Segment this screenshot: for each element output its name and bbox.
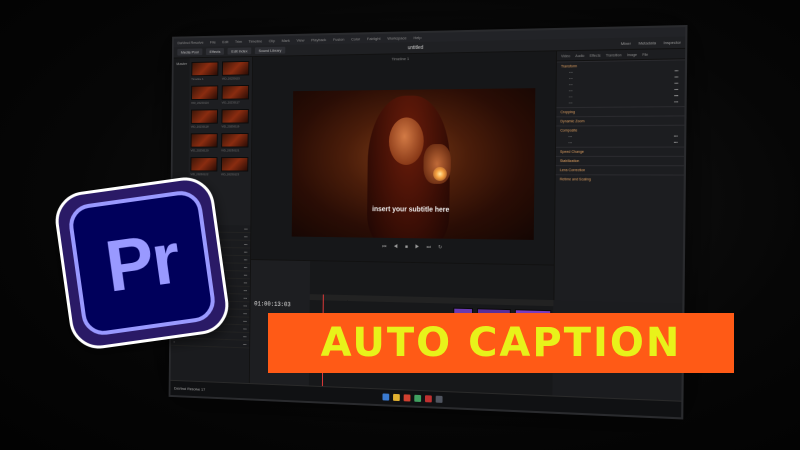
thumbnail-label: VID_20230117 (222, 100, 249, 104)
sound-library-button[interactable]: Sound Library (255, 47, 285, 54)
menu-item[interactable]: Mark (282, 38, 290, 43)
video-frame[interactable]: insert your subtitle here (292, 88, 536, 240)
subtitle-text: insert your subtitle here (292, 206, 534, 215)
menu-item[interactable]: Playback (311, 37, 326, 42)
taskbar-app-label: DaVinci Resolve 17 (174, 386, 205, 392)
banner-text: AUTO CAPTION (321, 320, 682, 366)
clip-thumbnail[interactable]: Timeline 1 (191, 62, 218, 82)
inspector-section[interactable]: Lens Correction (556, 165, 684, 174)
settings-icon[interactable] (436, 396, 443, 403)
tab-video[interactable]: Video (561, 54, 570, 58)
project-title: untitled (408, 44, 424, 50)
thumbnail-image (191, 85, 218, 100)
metadata-button[interactable]: Metadata (638, 40, 656, 46)
thumbnail-label: VID_20230122 (190, 172, 217, 176)
thumbnail-label: VID_20230116 (191, 101, 218, 105)
inspector-panel: Video Audio Effects Transition Image Fil… (553, 49, 685, 303)
menu-item[interactable]: Color (351, 36, 360, 41)
clip-thumbnail[interactable]: VID_20230119 (221, 109, 248, 128)
menu-item[interactable]: Clip (269, 38, 275, 43)
thumbnail-label: VID_20230118 (191, 125, 218, 129)
menu-item[interactable]: Timeline (248, 39, 262, 44)
thumbnail-label: VID_20230120 (191, 149, 218, 153)
mixer-button[interactable]: Mixer (621, 41, 631, 46)
thumbnail-label: VID_20230123 (221, 172, 248, 176)
thumbnail-label: VID_20230115 (222, 76, 249, 80)
clip-thumbnail[interactable]: VID_20230117 (222, 85, 249, 105)
menu-item[interactable]: DaVinci Resolve (177, 40, 203, 45)
video-light-glow (433, 167, 447, 181)
thumbnail-image (191, 62, 218, 77)
video-viewer: Timeline 1 insert your subtitle here ⏮ ◀… (251, 51, 556, 264)
taskbar-icons (382, 393, 442, 402)
menu-item[interactable]: File (210, 40, 216, 45)
inspector-section[interactable]: Stabilization (556, 156, 684, 165)
inspector-section[interactable]: Retime and Scaling (556, 174, 684, 184)
list-item[interactable]: ▪▪▪▪ (171, 338, 249, 348)
thumbnail-image (221, 109, 248, 124)
thumbnail-image (190, 157, 217, 171)
transport-controls[interactable]: ⏮ ◀ ■ ▶ ⏭ ↻ (382, 244, 445, 251)
folder-icon[interactable] (393, 394, 400, 401)
thumbnail-label: VID_20230121 (221, 148, 248, 152)
menu-item[interactable]: View (296, 38, 304, 43)
windows-start-icon[interactable] (382, 393, 389, 400)
resolve-icon[interactable] (425, 395, 432, 402)
premiere-pro-logo: Pr (52, 174, 232, 353)
inspector-section[interactable]: Composite (556, 125, 684, 135)
thumbnail-image (191, 133, 218, 147)
tab-file[interactable]: File (642, 52, 648, 56)
menu-item[interactable]: Trim (235, 39, 242, 44)
thumbnail-image (191, 109, 218, 124)
thumbnail-grid: Timeline 1 VID_20230115 VID_20230116 VID… (190, 61, 251, 176)
inspector-button[interactable]: Inspector (663, 40, 680, 46)
auto-caption-banner: AUTO CAPTION (268, 313, 734, 373)
menu-item[interactable]: Help (413, 35, 421, 40)
clip-thumbnail[interactable]: VID_20230118 (191, 109, 218, 128)
thumbnail-label: VID_20230119 (221, 124, 248, 128)
menu-item[interactable]: Fusion (333, 37, 344, 42)
clip-thumbnail[interactable]: VID_20230116 (191, 85, 218, 104)
thumbnail-image (221, 157, 248, 171)
toolbar-right-group: Mixer Metadata Inspector (615, 40, 681, 46)
clip-thumbnail[interactable]: VID_20230122 (190, 157, 217, 176)
background: DaVinci Resolve File Edit Trim Timeline … (0, 0, 800, 450)
thumbnail-label: Timeline 1 (191, 77, 218, 81)
clip-thumbnail[interactable]: VID_20230123 (221, 157, 248, 176)
menu-item[interactable]: Fairlight (367, 36, 381, 41)
app-icon[interactable] (414, 395, 421, 402)
timecode-display: 01:00:13:03 (254, 301, 291, 309)
menu-item[interactable]: Edit (222, 39, 228, 44)
thumbnail-image (221, 133, 248, 147)
media-pool-button[interactable]: Media Pool (177, 48, 202, 55)
inspector-section[interactable]: Speed Change (556, 147, 684, 156)
tab-effects[interactable]: Effects (590, 53, 601, 57)
menu-item[interactable]: Workspace (387, 35, 406, 40)
tab-audio[interactable]: Audio (575, 53, 584, 57)
clip-thumbnail[interactable]: VID_20230120 (191, 133, 218, 152)
logo-text: Pr (101, 217, 184, 308)
browser-icon[interactable] (404, 394, 411, 401)
logo-inner: Pr (66, 188, 217, 337)
thumbnail-image (222, 85, 249, 100)
tab-transition[interactable]: Transition (606, 53, 622, 57)
effects-button[interactable]: Effects (206, 48, 224, 55)
bin-master[interactable]: Master (176, 61, 187, 66)
tab-image[interactable]: Image (627, 52, 637, 56)
thumbnail-image (222, 61, 249, 76)
clip-thumbnail[interactable]: VID_20230121 (221, 133, 248, 152)
clip-thumbnail[interactable]: VID_20230115 (222, 61, 249, 81)
edit-index-button[interactable]: Edit Index (228, 47, 252, 54)
